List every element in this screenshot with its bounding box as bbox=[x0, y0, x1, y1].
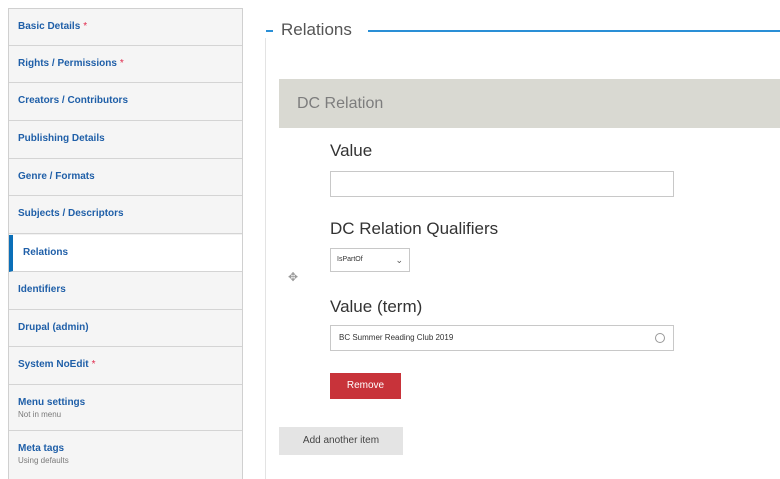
tab-creators-contributors[interactable]: Creators / Contributors bbox=[9, 83, 242, 121]
tab-label: Creators / Contributors bbox=[18, 95, 129, 106]
required-marker: * bbox=[119, 58, 124, 69]
tab-label: Rights / Permissions bbox=[18, 58, 117, 69]
tab-summary: Using defaults bbox=[18, 456, 69, 465]
tab-publishing-details[interactable]: Publishing Details bbox=[9, 121, 242, 159]
tab-label: Drupal (admin) bbox=[18, 322, 89, 333]
fieldset-rule-right bbox=[368, 30, 780, 32]
tab-menu-settings[interactable]: Menu settings Not in menu bbox=[9, 385, 242, 431]
tab-subjects-descriptors[interactable]: Subjects / Descriptors bbox=[9, 196, 242, 234]
tab-rights-permissions[interactable]: Rights / Permissions * bbox=[9, 46, 242, 83]
autocomplete-throbber-icon bbox=[655, 333, 665, 343]
value-input[interactable] bbox=[330, 171, 674, 197]
tab-label: Identifiers bbox=[18, 284, 66, 295]
qualifiers-select[interactable]: IsPartOf ⌄ bbox=[330, 248, 410, 272]
fieldset-legend: Relations bbox=[281, 20, 352, 39]
vertical-tabs-menu: Basic Details * Rights / Permissions * Cre… bbox=[8, 8, 243, 479]
tab-meta-tags[interactable]: Meta tags Using defaults bbox=[9, 431, 242, 479]
tab-basic-details[interactable]: Basic Details * bbox=[9, 9, 242, 46]
qualifiers-selected-value: IsPartOf bbox=[337, 256, 363, 263]
tab-identifiers[interactable]: Identifiers bbox=[9, 272, 242, 310]
tab-label: Relations bbox=[23, 247, 69, 258]
term-label: Value (term) bbox=[330, 297, 423, 316]
qualifiers-label: DC Relation Qualifiers bbox=[330, 219, 499, 238]
required-marker: * bbox=[91, 359, 96, 370]
value-label: Value bbox=[330, 141, 373, 160]
tab-summary: Not in menu bbox=[18, 410, 62, 419]
fieldset-divider bbox=[265, 38, 266, 479]
fieldset-rule-left bbox=[266, 30, 273, 32]
required-marker: * bbox=[83, 21, 88, 32]
tab-label: Meta tags bbox=[18, 443, 65, 454]
tab-relations[interactable]: Relations bbox=[9, 235, 242, 272]
tab-drupal-admin[interactable]: Drupal (admin) bbox=[9, 310, 242, 347]
tab-label: Subjects / Descriptors bbox=[18, 208, 124, 219]
term-value: BC Summer Reading Club 2019 bbox=[339, 333, 454, 342]
tab-system-noedit[interactable]: System NoEdit * bbox=[9, 347, 242, 385]
tab-label: System NoEdit bbox=[18, 359, 89, 370]
move-handle-icon[interactable]: ✥ bbox=[288, 270, 298, 284]
tab-label: Basic Details bbox=[18, 21, 81, 32]
add-another-item-button[interactable]: Add another item bbox=[279, 427, 403, 455]
tab-label: Menu settings bbox=[18, 397, 86, 408]
tab-label: Genre / Formats bbox=[18, 171, 95, 182]
dc-relation-header: DC Relation bbox=[279, 79, 780, 128]
term-autocomplete-input[interactable]: BC Summer Reading Club 2019 bbox=[330, 325, 674, 351]
remove-button[interactable]: Remove bbox=[330, 373, 401, 399]
tab-genre-formats[interactable]: Genre / Formats bbox=[9, 159, 242, 196]
chevron-down-icon: ⌄ bbox=[395, 255, 403, 265]
tab-label: Publishing Details bbox=[18, 133, 105, 144]
